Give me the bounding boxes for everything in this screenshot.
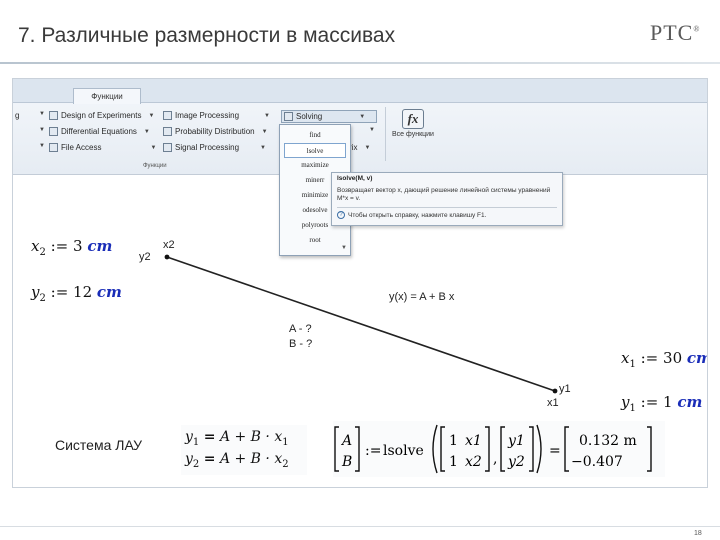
ribbon-arrow[interactable]: ▼: [35, 111, 45, 117]
matrix-1-1: 1: [449, 433, 458, 449]
help-icon: ?: [337, 211, 345, 219]
point-2: [164, 254, 170, 260]
file-access-icon: [49, 143, 58, 152]
footer-divider: [0, 526, 720, 527]
equals-sign: =: [549, 443, 561, 459]
tooltip-divider: [337, 207, 557, 208]
ribbon-item-signal-processing[interactable]: Signal Processing ▼: [163, 143, 266, 152]
page-number: 18: [694, 530, 702, 537]
arg-comma: ,: [493, 451, 497, 467]
tab-functions[interactable]: Функции: [73, 88, 141, 104]
ribbon-partial-item[interactable]: g: [15, 111, 19, 120]
menu-item-find[interactable]: find: [280, 128, 350, 143]
differential-equations-icon: [49, 127, 58, 136]
lsolve-expression-svg: A B := lsolve 1 x1 1 x2 , y1 y2 = 0.132 …: [334, 424, 652, 474]
ribbon-arrow-right-1[interactable]: ▼: [365, 127, 375, 133]
assign-y2[interactable]: y2 := 12 cm: [31, 283, 122, 304]
tooltip-description: Возвращает вектор x, дающий решение лине…: [337, 187, 551, 202]
mathcad-window: Функции g ▼ ▼ ▼ Design of Experiments ▼ D…: [12, 78, 708, 488]
sketch-line: [166, 256, 556, 392]
ribbon-arrow-3[interactable]: ▼: [35, 143, 45, 149]
vector-1: y1: [507, 433, 525, 449]
tooltip-title: lsolve(M, v): [337, 175, 373, 182]
equations-region[interactable]: y1 = A + B · x1 y2 = A + B · x2: [181, 425, 307, 475]
ribbon-group-label: Функции: [143, 163, 167, 169]
unknown-b: B - ?: [289, 338, 313, 350]
assign-x2[interactable]: x2 := 3 cm: [31, 237, 112, 258]
ribbon: Функции g ▼ ▼ ▼ Design of Experiments ▼ D…: [13, 79, 707, 175]
menu-item-maximize[interactable]: maximize: [280, 158, 350, 173]
menu-item-root[interactable]: root: [280, 233, 350, 248]
label-x2: x2: [163, 239, 175, 251]
ribbon-item-differential-equations[interactable]: Differential Equations ▼: [49, 127, 150, 136]
matrix-1-2: x1: [465, 433, 482, 449]
result-B: −0.407: [571, 454, 623, 470]
assign-op: :=: [365, 443, 381, 459]
sketch-plot: x2 y2 y(x) = A + B x A - ? B - ? y1 x1: [139, 235, 581, 413]
equation-2: y2 = A + B · x2: [185, 451, 289, 470]
assign-y1[interactable]: y1 := 1 cm: [621, 393, 702, 414]
probability-distribution-icon: [163, 127, 172, 136]
result-A: 0.132 m: [579, 433, 637, 449]
ptc-logo: PTC®: [650, 20, 701, 45]
tooltip-help-row: ? Чтобы открыть справку, нажмите клавишу…: [337, 211, 557, 219]
image-processing-icon: [163, 111, 172, 120]
unknown-A: A: [340, 433, 352, 449]
title-divider: [0, 62, 720, 64]
lsolve-func: lsolve: [383, 443, 424, 459]
ribbon-item-image-processing[interactable]: Image Processing ▼: [163, 111, 270, 120]
all-functions-button[interactable]: fx Все функции: [391, 107, 435, 161]
solving-icon: [284, 112, 293, 121]
scroll-down-icon[interactable]: ▼: [341, 245, 347, 251]
design-of-experiments-icon: [49, 111, 58, 120]
ribbon-tabstrip: Функции: [13, 79, 707, 104]
label-y2: y2: [139, 251, 151, 263]
matrix-2-1: 1: [449, 454, 458, 470]
ribbon-arrow-2[interactable]: ▼: [35, 127, 45, 133]
system-label: Система ЛАУ: [55, 437, 143, 453]
point-1: [552, 388, 558, 394]
unknown-B: B: [341, 454, 352, 470]
equation-1: y1 = A + B · x1: [185, 429, 289, 448]
ribbon-item-file-access[interactable]: File Access ▼: [49, 143, 156, 152]
matrix-2-2: x2: [465, 454, 482, 470]
ribbon-item-probability-distribution[interactable]: Probability Distribution ▼: [163, 127, 268, 136]
assign-x1[interactable]: x1 := 30 cm: [621, 349, 707, 370]
unknown-a: A - ?: [289, 323, 312, 335]
ribbon-separator: [385, 107, 386, 161]
ribbon-item-solving[interactable]: Solving ▼: [281, 110, 377, 123]
lsolve-region[interactable]: A B := lsolve 1 x1 1 x2 , y1 y2 = 0.132 …: [333, 421, 665, 477]
plot-equation: y(x) = A + B x: [389, 291, 455, 303]
label-y1: y1: [559, 383, 571, 395]
signal-processing-icon: [163, 143, 172, 152]
menu-item-lsolve[interactable]: lsolve: [284, 143, 346, 158]
function-tooltip: lsolve(M, v) Возвращает вектор x, дающий…: [331, 172, 563, 226]
fx-icon: fx: [402, 109, 424, 129]
sketch-line-svg: [164, 254, 558, 394]
ribbon-partial-matrix[interactable]: rix ▼: [349, 143, 370, 152]
ribbon-item-design-of-experiments[interactable]: Design of Experiments ▼: [49, 111, 154, 120]
slide-title: 7. Различные размерности в массивах: [18, 24, 396, 47]
vector-2: y2: [507, 454, 525, 470]
label-x1: x1: [547, 397, 559, 409]
